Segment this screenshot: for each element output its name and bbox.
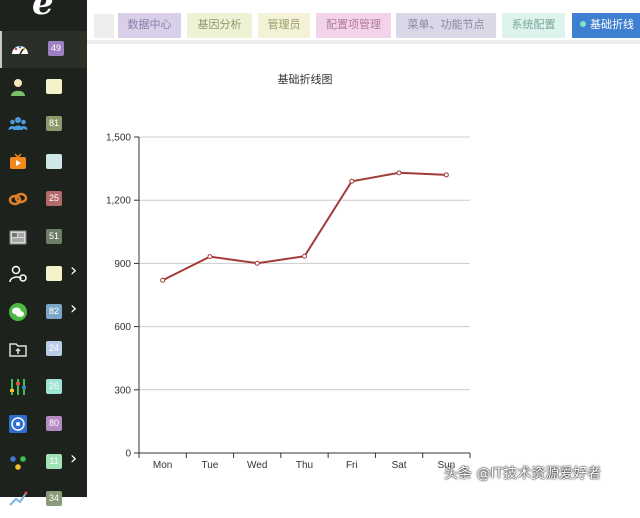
x-tick-label: Wed — [247, 460, 267, 471]
data-point — [349, 178, 355, 184]
y-tick-label: 300 — [114, 385, 131, 396]
x-tick-label: Tue — [201, 460, 218, 471]
y-tick-label: 1,500 — [106, 133, 131, 144]
data-point — [207, 254, 213, 260]
series-line — [162, 171, 447, 282]
x-tick-label: Fri — [346, 460, 358, 471]
line-chart: 03006009001,2001,500Mon Tue Wed Thu Fri Sat Su… — [106, 133, 471, 471]
y-tick-label: 900 — [114, 259, 131, 270]
data-point — [254, 260, 260, 266]
watermark-text: 头条 @IT技术资源爱好者 — [444, 466, 602, 482]
y-tick-label: 0 — [125, 449, 131, 460]
x-tick-label: Thu — [296, 460, 313, 471]
y-tick-label: 1,200 — [106, 196, 131, 207]
x-tick-label: Mon — [153, 460, 172, 471]
y-tick-label: 600 — [114, 322, 131, 333]
data-point — [160, 277, 166, 283]
data-point — [443, 172, 449, 178]
x-tick-label: Sat — [392, 460, 407, 471]
data-point — [396, 170, 402, 176]
data-point — [302, 253, 307, 259]
